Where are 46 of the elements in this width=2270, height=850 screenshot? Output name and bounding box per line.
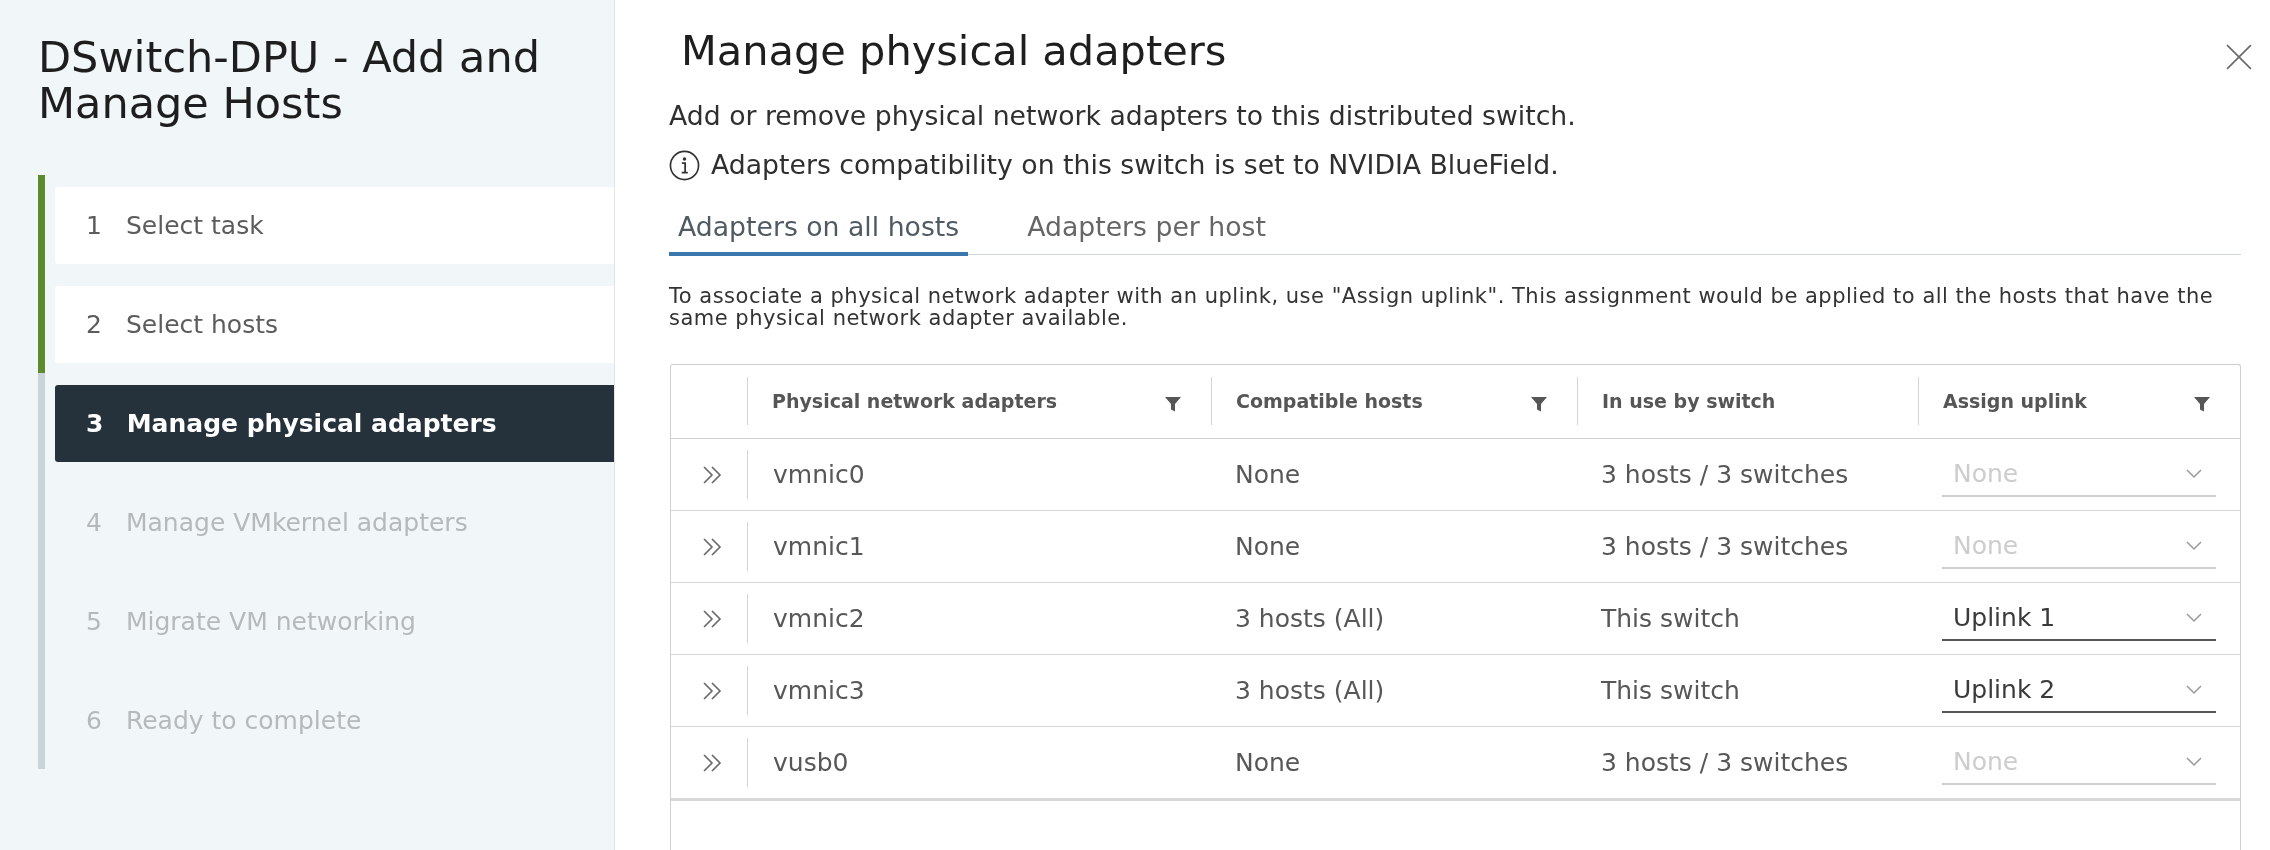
table-cell: vmnic2 (747, 594, 1211, 643)
double-chevron-icon[interactable] (702, 536, 724, 557)
info-icon (669, 149, 700, 181)
chevron-down-icon (2186, 468, 2202, 479)
wizard-title: DSwitch-DPU - Add and Manage Hosts (38, 34, 541, 126)
table-cell: None (1235, 460, 1301, 489)
wizard-step[interactable]: 2 Select hosts (55, 286, 614, 363)
chevron-down-icon (2186, 756, 2202, 767)
double-chevron-icon[interactable] (702, 752, 724, 773)
dialog-title: Manage physical adapters (681, 28, 1227, 74)
column-header[interactable]: Assign uplink (1943, 390, 2087, 412)
double-chevron-icon[interactable] (702, 608, 724, 629)
table-cell: This switch (1601, 604, 1740, 633)
tab[interactable]: Adapters per host (1018, 212, 1275, 256)
hint-text: To associate a physical network adapter with an uplink, use "Assign uplink". This assignment would be applied to all the hosts that have the same physical network adapter available. (669, 285, 2215, 329)
filter-icon[interactable] (1164, 395, 1182, 413)
table-cell: vmnic0 (747, 450, 1211, 499)
notice-text: Adapters compatibility on this switch is set to NVIDIA BlueField. (711, 150, 1559, 180)
table-cell: vmnic3 (747, 666, 1211, 715)
table-cell: None (1235, 748, 1301, 777)
uplink-dropdown[interactable]: Uplink 1 (1942, 596, 2216, 641)
table-cell: 3 hosts / 3 switches (1601, 748, 1849, 777)
wizard-step[interactable]: 3 Manage physical adapters (55, 385, 614, 462)
column-header[interactable]: Physical network adapters (772, 390, 1058, 412)
table-cell: 3 hosts (All) (1235, 604, 1385, 633)
table-cell: vusb0 (747, 738, 1211, 787)
chevron-down-icon (2186, 684, 2202, 695)
column-header[interactable]: In use by switch (1602, 390, 1776, 412)
column-header[interactable]: Compatible hosts (1236, 390, 1423, 412)
table-cell: 3 hosts / 3 switches (1601, 460, 1849, 489)
double-chevron-icon[interactable] (702, 464, 724, 485)
filter-icon[interactable] (2193, 395, 2211, 413)
wizard-step[interactable]: 1 Select task (55, 187, 614, 264)
uplink-dropdown[interactable]: Uplink 2 (1942, 668, 2216, 713)
chevron-down-icon (2186, 540, 2202, 551)
table-cell: None (1235, 532, 1301, 561)
table-cell: vmnic1 (747, 522, 1211, 571)
table-cell: 3 hosts (All) (1235, 676, 1385, 705)
subtitle-text: Add or remove physical network adapters to this distributed switch. (669, 101, 1577, 131)
table-cell: 3 hosts / 3 switches (1601, 532, 1849, 561)
filter-icon[interactable] (1530, 395, 1548, 413)
table-cell: This switch (1601, 676, 1740, 705)
chevron-down-icon (2186, 612, 2202, 623)
close-icon[interactable] (2226, 44, 2252, 70)
tab[interactable]: Adapters on all hosts (669, 212, 969, 256)
double-chevron-icon[interactable] (702, 680, 724, 701)
